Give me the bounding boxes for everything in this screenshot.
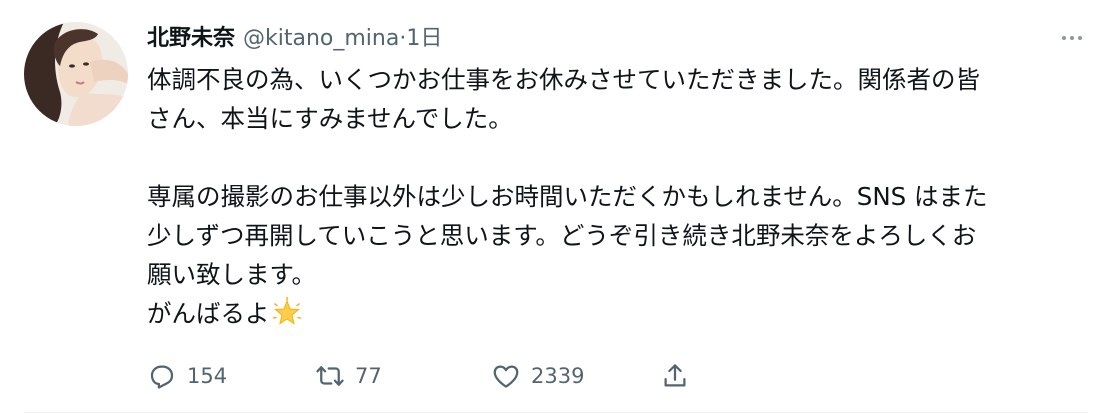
more-icon[interactable]	[1054, 26, 1090, 50]
tweet-text: 体調不良の為、いくつかお仕事をお休みさせていただきました。関係者の皆 さん、本当…	[147, 60, 1087, 333]
reply-button[interactable]: 154	[147, 358, 227, 394]
glowing-star-icon	[272, 297, 301, 325]
like-count: 2339	[531, 364, 585, 388]
share-icon	[664, 364, 686, 387]
tweet[interactable]: 北野未奈 @kitano_mina · 1日 体調不良の為、いくつかお仕事をお休…	[0, 0, 1112, 418]
text-line: がんばるよ	[147, 299, 270, 328]
text-line: 少しずつ再開していこうと思います。どうぞ引き続き北野未奈をよろしくお	[147, 221, 977, 250]
text-line: 体調不良の為、いくつかお仕事をお休みさせていただきました。関係者の皆	[147, 65, 980, 94]
like-button[interactable]: 2339	[491, 358, 584, 394]
reply-count: 154	[187, 364, 228, 388]
action-bar: 154 77 2339	[147, 358, 707, 394]
text-line: 専属の撮影のお仕事以外は少しお時間いただくかもしれません。SNS はまた	[147, 182, 988, 211]
author-name[interactable]: 北野未奈	[147, 22, 235, 56]
text-line: 願い致します。	[147, 260, 317, 289]
retweet-icon	[316, 366, 344, 386]
text-line-last: がんばるよ	[147, 294, 1087, 333]
author-handle[interactable]: @kitano_mina	[243, 22, 399, 56]
share-button[interactable]	[660, 358, 690, 394]
retweet-count: 77	[355, 364, 382, 388]
separator-dot: ·	[399, 26, 407, 51]
retweet-button[interactable]: 77	[315, 358, 382, 394]
reply-icon	[150, 365, 174, 389]
profile-photo	[24, 22, 128, 126]
heart-icon	[493, 365, 519, 388]
avatar[interactable]	[24, 22, 128, 126]
divider	[24, 412, 1088, 413]
text-line: さん、本当にすみませんでした。	[147, 104, 513, 133]
tweet-header: 北野未奈 @kitano_mina · 1日	[147, 22, 442, 56]
timestamp[interactable]: 1日	[406, 22, 442, 56]
